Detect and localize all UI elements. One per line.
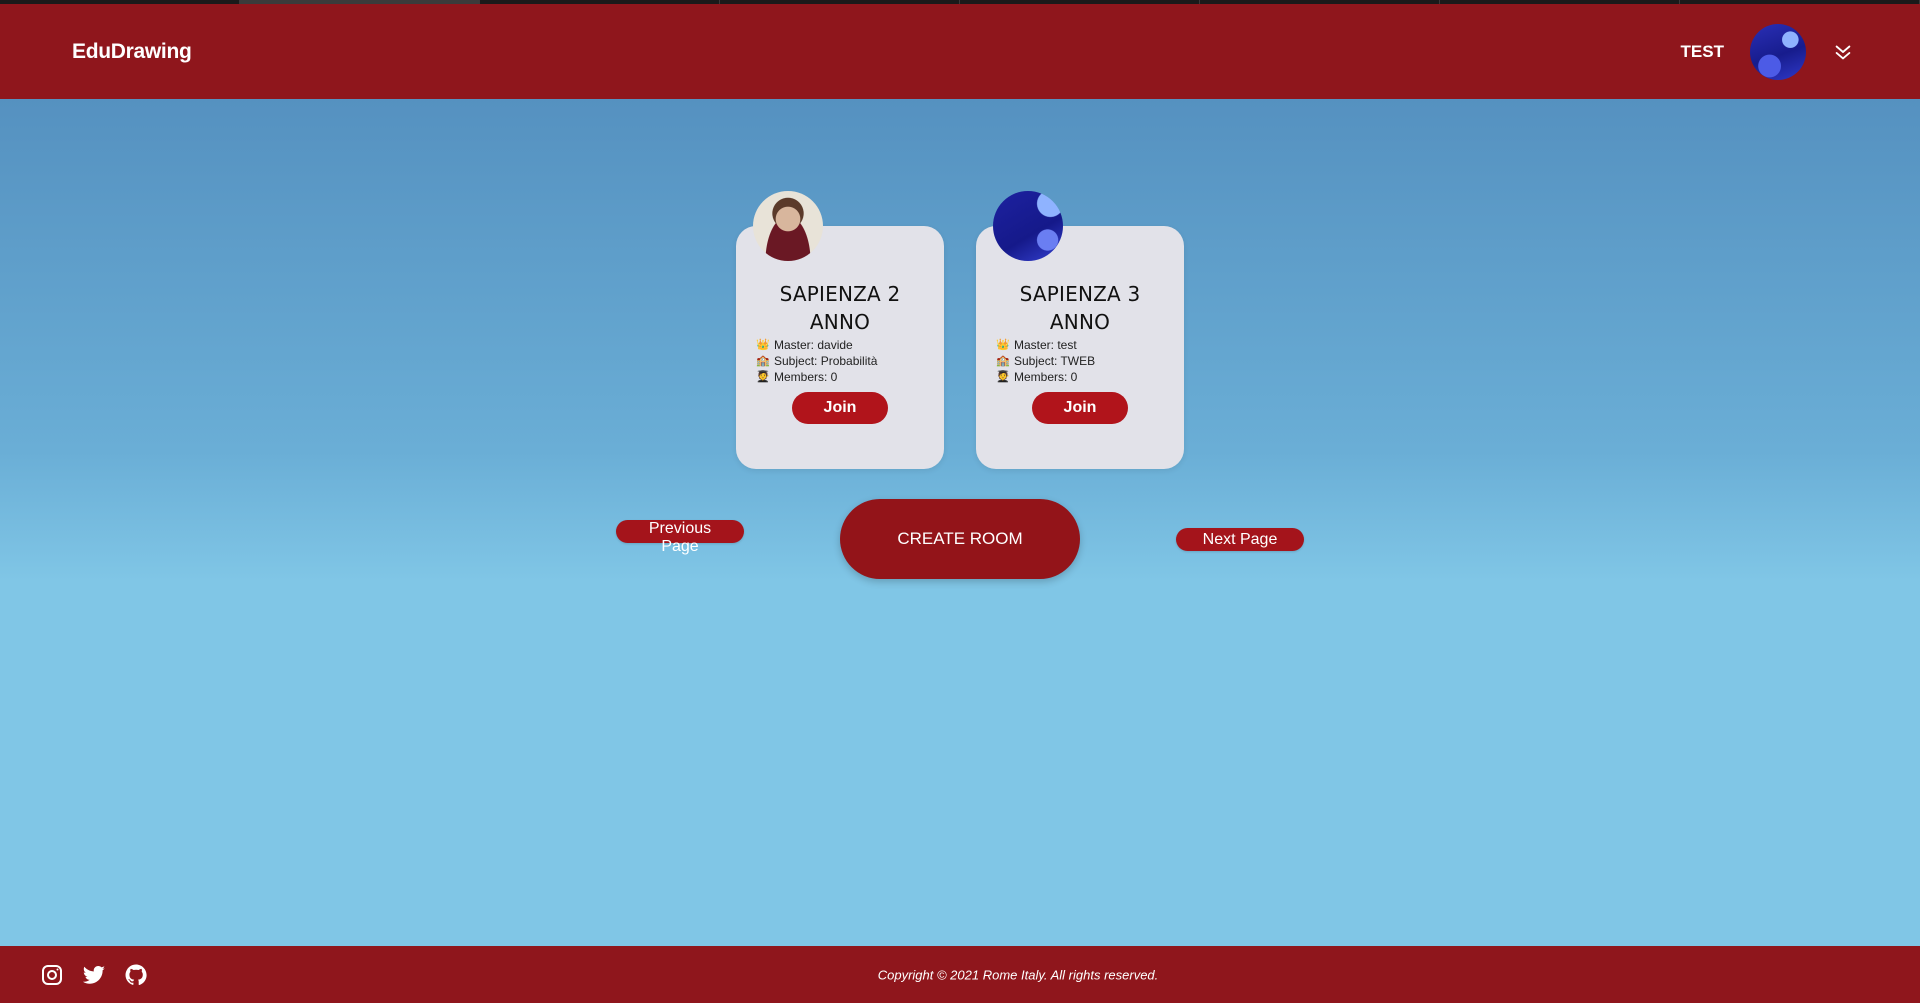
room-subject-label: Subject: Probabilità	[774, 354, 878, 368]
room-members: 🧑‍🎓 Members: 0	[996, 370, 1164, 384]
student-emoji-icon: 🧑‍🎓	[996, 370, 1010, 383]
navbar: EduDrawing TEST	[0, 4, 1920, 99]
room-card: SAPIENZA 3 ANNO 👑 Master: test 🏫 Subject…	[976, 191, 1184, 469]
room-members-label: Members: 0	[1014, 370, 1078, 384]
copyright-text: Copyright © 2021 Rome Italy. All rights …	[877, 967, 1159, 982]
room-cards: SAPIENZA 2 ANNO 👑 Master: davide 🏫 Subje…	[736, 191, 1184, 469]
room-title: SAPIENZA 2 ANNO	[779, 282, 901, 334]
user-avatar[interactable]	[1750, 23, 1806, 80]
room-title: SAPIENZA 3 ANNO	[1019, 282, 1141, 334]
user-menu: TEST	[1681, 23, 1854, 80]
footer: Copyright © 2021 Rome Italy. All rights …	[0, 946, 1920, 1003]
double-chevron-down-icon[interactable]	[1832, 41, 1854, 63]
join-button[interactable]: Join	[792, 392, 888, 424]
room-master: 👑 Master: test	[996, 338, 1164, 352]
room-members: 🧑‍🎓 Members: 0	[756, 370, 924, 384]
create-room-button[interactable]: CREATE ROOM	[840, 499, 1080, 579]
join-button[interactable]: Join	[1032, 392, 1128, 424]
room-card: SAPIENZA 2 ANNO 👑 Master: davide 🏫 Subje…	[736, 191, 944, 469]
room-master-avatar	[993, 191, 1063, 261]
previous-page-button[interactable]: Previous Page	[616, 520, 744, 555]
room-members-label: Members: 0	[774, 370, 838, 384]
crown-emoji-icon: 👑	[756, 338, 770, 351]
room-subject-label: Subject: TWEB	[1014, 354, 1096, 368]
school-emoji-icon: 🏫	[996, 354, 1010, 367]
next-page-button[interactable]: Next Page	[1176, 528, 1304, 551]
room-master: 👑 Master: davide	[756, 338, 924, 352]
school-emoji-icon: 🏫	[756, 354, 770, 367]
student-emoji-icon: 🧑‍🎓	[756, 370, 770, 383]
room-subject: 🏫 Subject: TWEB	[996, 354, 1164, 368]
room-master-label: Master: test	[1014, 338, 1077, 352]
brand-logo[interactable]: EduDrawing	[72, 40, 192, 64]
username-label[interactable]: TEST	[1681, 42, 1724, 62]
room-master-avatar	[753, 191, 823, 261]
room-subject: 🏫 Subject: Probabilità	[756, 354, 924, 368]
crown-emoji-icon: 👑	[996, 338, 1010, 351]
room-master-label: Master: davide	[774, 338, 853, 352]
